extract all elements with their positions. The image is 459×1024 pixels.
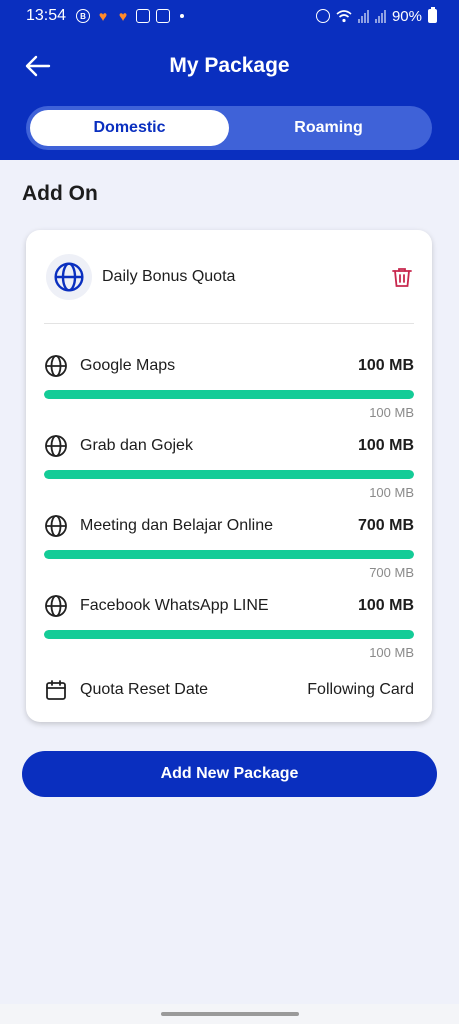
card-title: Daily Bonus Quota <box>102 267 236 285</box>
back-arrow-icon[interactable] <box>24 52 52 80</box>
reset-value: Following Card <box>307 681 414 698</box>
quota-value: 700 MB <box>357 517 414 534</box>
header: My Package <box>0 32 459 100</box>
top-app-bar: 13:54 B ♥ ♥ 90% My Package Domestic Roam… <box>0 0 459 160</box>
signal-icon <box>357 9 369 23</box>
heart-notification-icon-2: ♥ <box>118 8 128 24</box>
home-gesture-handle[interactable] <box>160 1012 299 1016</box>
trash-icon[interactable] <box>390 265 414 289</box>
reset-label: Quota Reset Date <box>80 681 209 698</box>
status-bar: 13:54 B ♥ ♥ 90% <box>0 0 459 32</box>
globe-icon <box>54 261 84 292</box>
alarm-icon <box>315 9 330 23</box>
quota-value: 100 MB <box>357 597 414 614</box>
tab-roaming[interactable]: Roaming <box>229 110 428 146</box>
quota-value: 100 MB <box>357 437 414 454</box>
globe-icon <box>45 355 67 377</box>
quota-progress-fill <box>44 550 414 559</box>
status-time: 13:54 <box>26 7 67 24</box>
quota-item: Google Maps 100 MB 100 MB <box>44 354 414 420</box>
battery-percent: 90% <box>391 7 422 25</box>
more-notifications-dot-icon <box>180 14 185 18</box>
quota-item: Grab dan Gojek 100 MB 100 MB <box>44 434 414 500</box>
quota-label: Meeting dan Belajar Online <box>80 517 274 534</box>
tab-domestic[interactable]: Domestic <box>30 110 229 146</box>
quota-total: 100 MB <box>369 645 414 660</box>
signal-icon-2 <box>374 9 386 23</box>
quota-total: 100 MB <box>369 405 414 420</box>
card-header: Daily Bonus Quota <box>44 230 414 324</box>
quota-value: 100 MB <box>357 357 414 374</box>
page-title: My Package <box>169 54 290 77</box>
quota-label: Google Maps <box>80 357 176 374</box>
battery-icon <box>428 7 437 23</box>
system-nav-bar <box>0 1004 459 1024</box>
add-new-package-button[interactable]: Add New Package <box>22 751 437 797</box>
globe-icon <box>45 595 67 617</box>
globe-badge <box>46 253 92 300</box>
quota-progress-bar <box>44 630 414 639</box>
heart-notification-icon: ♥ <box>98 8 108 24</box>
b-notification-icon: B <box>76 9 91 23</box>
quota-item: Meeting dan Belajar Online 700 MB 700 MB <box>44 514 414 580</box>
section-title: Add On <box>22 182 98 205</box>
quota-progress-bar <box>44 470 414 479</box>
globe-icon <box>45 435 67 457</box>
quota-progress-fill <box>44 470 414 479</box>
globe-icon <box>45 515 67 537</box>
package-type-tabs: Domestic Roaming <box>26 106 432 150</box>
quota-progress-fill <box>44 630 414 639</box>
quota-progress-bar <box>44 550 414 559</box>
quota-label: Facebook WhatsApp LINE <box>80 597 269 614</box>
app-notification-icon <box>136 9 151 23</box>
gallery-notification-icon <box>156 9 171 23</box>
calendar-icon <box>46 680 66 700</box>
add-on-card: Daily Bonus Quota Google Maps 100 MB 100… <box>26 230 432 722</box>
quota-item: Facebook WhatsApp LINE 100 MB 100 MB <box>44 594 414 660</box>
quota-total: 700 MB <box>369 565 414 580</box>
quota-reset-row: Quota Reset Date Following Card <box>44 678 414 702</box>
wifi-icon <box>336 10 352 23</box>
quota-progress-fill <box>44 390 414 399</box>
quota-total: 100 MB <box>369 485 414 500</box>
quota-progress-bar <box>44 390 414 399</box>
quota-label: Grab dan Gojek <box>80 437 193 454</box>
